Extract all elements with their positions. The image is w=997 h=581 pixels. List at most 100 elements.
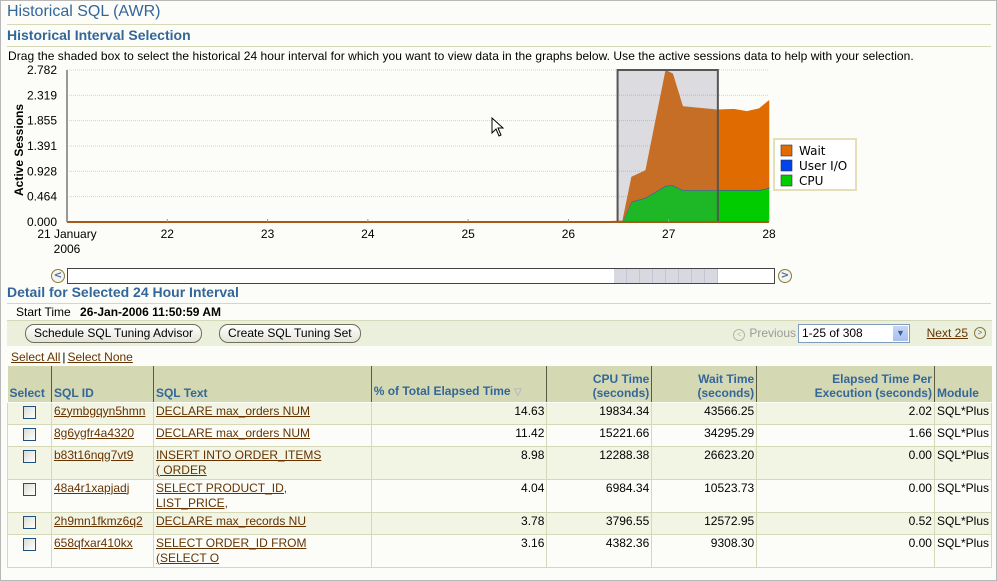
sql-text-line: INSERT INTO ORDER_ITEMS — [155, 447, 322, 462]
table-toolbar: Schedule SQL Tuning Advisor Create SQL T… — [7, 320, 992, 346]
wait-time-cell: 12572.95 — [651, 511, 758, 535]
row-checkbox[interactable] — [22, 482, 36, 496]
col-cpu-time-label: CPU Time — [592, 371, 650, 386]
table-row: 658qfxar410kx SELECT ORDER_ID FROM (SELECT… — [7, 533, 993, 568]
select-cell — [7, 478, 52, 513]
row-checkbox[interactable] — [22, 449, 36, 463]
elapsed-per-exec-cell: 0.00 — [756, 478, 935, 513]
wait-time-cell: 10523.73 — [651, 478, 758, 513]
col-elapsed-per-exec-unit: Execution (seconds) — [814, 385, 932, 400]
elapsed-per-exec-cell: 0.00 — [756, 533, 935, 568]
sql-id-cell: 2h9mn1fkmz6q2 — [50, 511, 154, 535]
row-checkbox[interactable] — [22, 427, 36, 441]
chart-selection[interactable] — [616, 69, 719, 223]
page-title: Historical SQL (AWR) — [7, 3, 991, 25]
col-sql-id[interactable]: SQL ID — [50, 366, 154, 403]
select-all-link[interactable]: Select All — [11, 350, 60, 364]
sql-id-cell: 48a4r1xapjadj — [50, 478, 154, 513]
table-row: 6zymbgqyn5hmn DECLARE max_orders NUM 14.63… — [7, 401, 993, 425]
scroll-track[interactable] — [67, 268, 775, 284]
scroll-right-icon[interactable]: > — [778, 269, 792, 283]
sql-id-link[interactable]: 48a4r1xapjadj — [54, 481, 129, 495]
table-row: 48a4r1xapjadj SELECT PRODUCT_ID, LIST_PRIC… — [7, 478, 993, 513]
page-range-select[interactable]: 1-25 of 308 ▼ — [798, 324, 910, 343]
sql-table: Select SQL ID SQL Text % of Total Elapse… — [7, 366, 993, 568]
sql-text-line: DECLARE max_orders NUM — [155, 425, 311, 440]
sql-id-link[interactable]: 8g6ygfr4a4320 — [54, 426, 134, 440]
y-tick-label: 2.319 — [27, 88, 57, 102]
wait-time-cell: 9308.30 — [651, 533, 758, 568]
col-wait-time-label: Wait Time — [698, 371, 755, 386]
legend-label: User I/O — [799, 159, 847, 173]
scroll-thumb[interactable] — [613, 269, 718, 283]
next-25-link[interactable]: Next 25 — [927, 326, 968, 340]
sql-id-link[interactable]: 658qfxar410kx — [54, 536, 133, 550]
sql-text-link[interactable]: DECLARE max_records NU — [156, 514, 306, 528]
x-tick-sublabel: 2006 — [54, 242, 81, 256]
col-sql-text[interactable]: SQL Text — [152, 366, 372, 403]
sql-id-link[interactable]: b83t16nqg7vt9 — [54, 448, 133, 462]
col-elapsed-per-exec[interactable]: Elapsed Time Per Execution (seconds) — [756, 366, 935, 403]
mouse-cursor-icon — [491, 116, 505, 142]
previous-link: < Previous — [733, 326, 796, 341]
sql-id-cell: 6zymbgqyn5hmn — [50, 401, 154, 425]
x-tick-label: 21 January — [37, 227, 96, 241]
x-tick-label: 23 — [261, 227, 275, 241]
col-wait-time-unit: (seconds) — [697, 385, 755, 400]
cpu-time-cell: 12288.38 — [546, 445, 653, 480]
module-cell: SQL*Plus — [933, 478, 993, 513]
pct-elapsed-cell: 3.16 — [370, 533, 548, 568]
col-wait-time[interactable]: Wait Time (seconds) — [651, 366, 757, 403]
sql-text-line: SELECT ORDER_ID FROM — [155, 535, 307, 550]
chevron-down-icon[interactable]: ▼ — [893, 326, 908, 341]
sql-text-line: (SELECT O — [155, 550, 220, 565]
sql-text-link[interactable]: DECLARE max_orders NUM — [156, 404, 310, 418]
sql-id-link[interactable]: 6zymbgqyn5hmn — [54, 404, 145, 418]
sql-text-link[interactable]: INSERT INTO ORDER_ITEMS( ORDER — [156, 448, 321, 477]
detail-section-title: Detail for Selected 24 Hour Interval — [7, 284, 991, 304]
interval-scrollbar[interactable]: < > — [51, 268, 792, 285]
sql-id-cell: b83t16nqg7vt9 — [50, 445, 154, 480]
select-cell — [7, 401, 52, 425]
schedule-sql-tuning-advisor-button[interactable]: Schedule SQL Tuning Advisor — [25, 324, 202, 343]
sql-text-line: DECLARE max_orders NUM — [155, 403, 311, 418]
x-tick-label: 25 — [461, 227, 475, 241]
scroll-left-icon[interactable]: < — [51, 269, 65, 283]
x-tick-label: 26 — [562, 227, 576, 241]
col-pct-elapsed[interactable]: % of Total Elapsed Time ▽ — [370, 366, 547, 403]
module-cell: SQL*Plus — [933, 511, 993, 535]
sort-descending-icon[interactable]: ▽ — [514, 387, 522, 398]
sql-text-cell: DECLARE max_orders NUM — [152, 401, 372, 425]
y-tick-label: 1.391 — [27, 139, 57, 153]
module-cell: SQL*Plus — [933, 445, 993, 480]
cpu-time-cell: 4382.36 — [546, 533, 653, 568]
col-module[interactable]: Module — [933, 366, 992, 403]
y-axis-label: Active Sessions — [12, 104, 26, 196]
active-sessions-chart[interactable]: 0.0000.4640.9281.3911.8552.3192.78221 Ja… — [1, 61, 871, 266]
sql-text-link[interactable]: DECLARE max_orders NUM — [156, 426, 310, 440]
sql-id-link[interactable]: 2h9mn1fkmz6q2 — [54, 514, 143, 528]
page-range-value: 1-25 of 308 — [802, 326, 863, 340]
module-cell: SQL*Plus — [933, 533, 993, 568]
row-checkbox[interactable] — [22, 515, 36, 529]
sql-id-cell: 8g6ygfr4a4320 — [50, 423, 154, 447]
col-cpu-time[interactable]: CPU Time (seconds) — [546, 366, 652, 403]
interval-section-title: Historical Interval Selection — [7, 27, 991, 47]
x-tick-label: 28 — [762, 227, 776, 241]
pct-elapsed-cell: 4.04 — [370, 478, 548, 513]
row-checkbox[interactable] — [22, 405, 36, 419]
cpu-time-cell: 6984.34 — [546, 478, 653, 513]
pager: < Previous 1-25 of 308 ▼ Next 25 > — [686, 324, 986, 344]
row-checkbox[interactable] — [22, 537, 36, 551]
create-sql-tuning-set-button[interactable]: Create SQL Tuning Set — [219, 324, 361, 343]
sql-text-link[interactable]: SELECT ORDER_ID FROM (SELECT O — [156, 536, 306, 565]
y-tick-label: 2.782 — [27, 63, 57, 77]
sql-text-link[interactable]: SELECT PRODUCT_ID, LIST_PRICE, — [156, 481, 287, 510]
module-cell: SQL*Plus — [933, 401, 993, 425]
col-cpu-time-unit: (seconds) — [592, 385, 650, 400]
start-time-label: Start Time — [16, 305, 71, 319]
next-icon[interactable]: > — [974, 327, 986, 339]
table-header-row: Select SQL ID SQL Text % of Total Elapse… — [7, 366, 992, 403]
sql-id-cell: 658qfxar410kx — [50, 533, 154, 568]
select-none-link[interactable]: Select None — [67, 350, 132, 364]
